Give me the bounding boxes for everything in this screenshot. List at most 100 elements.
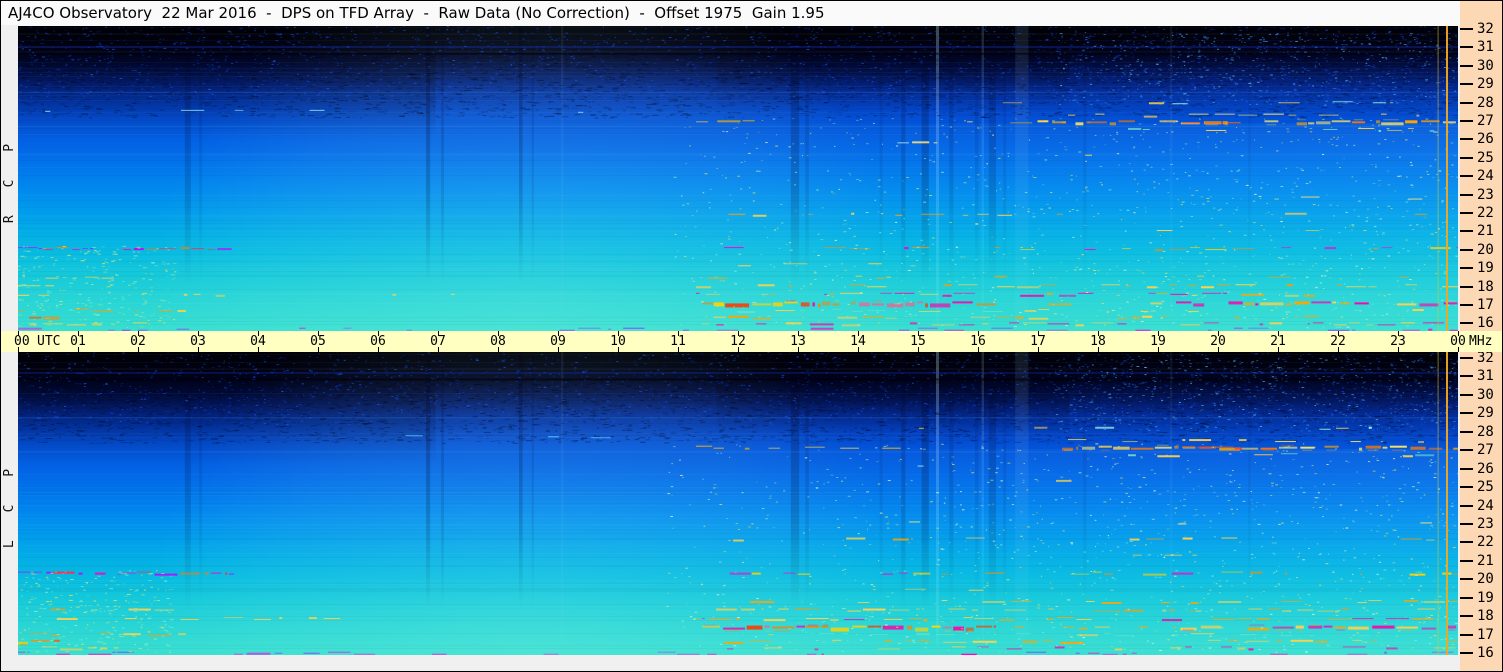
- time-label: 10: [610, 334, 626, 349]
- freq-label-lcp: 30: [1477, 386, 1494, 403]
- freq-label-lcp: 17: [1477, 626, 1494, 643]
- freq-tick-lcp: [1460, 615, 1473, 618]
- freq-tick-rcp: [1460, 304, 1473, 306]
- time-label: 14: [850, 334, 866, 349]
- time-label: 06: [370, 334, 386, 349]
- time-label: 04: [250, 334, 266, 349]
- freq-tick-rcp: [1460, 101, 1473, 104]
- time-label: 17: [1030, 334, 1046, 349]
- left-gutter-lcp: L C P: [1, 352, 18, 655]
- freq-tick-lcp: [1460, 522, 1473, 525]
- freq-label-lcp: 16: [1477, 645, 1494, 662]
- freq-tick-lcp: [1460, 449, 1473, 452]
- freq-tick-rcp: [1460, 230, 1473, 233]
- freq-label-rcp: 16: [1477, 315, 1494, 332]
- freq-label-lcp: 27: [1477, 442, 1494, 459]
- freq-tick-rcp: [1460, 212, 1473, 214]
- freq-label-rcp: 30: [1477, 57, 1494, 74]
- time-axis: 00 01 02 03 04 05 06 07 08 09 10 11 12 13 14 15 16 17 18 19…: [1, 331, 1502, 352]
- freq-label-lcp: 32: [1477, 350, 1494, 366]
- freq-label-lcp: 23: [1477, 515, 1494, 532]
- spectrogram-lcp: [18, 352, 1458, 655]
- freq-tick-lcp: [1460, 633, 1473, 636]
- dps-spectrogram-window: AJ4CO Observatory 22 Mar 2016 - DPS on T…: [0, 0, 1503, 672]
- freq-label-lcp: 20: [1477, 571, 1494, 588]
- time-label: 00: [1450, 334, 1466, 349]
- freq-tick-rcp: [1460, 248, 1473, 251]
- rcp-label: R C P: [2, 133, 18, 223]
- time-label: 13: [790, 334, 806, 349]
- freq-tick-rcp: [1460, 46, 1473, 49]
- page-title: AJ4CO Observatory 22 Mar 2016 - DPS on T…: [8, 4, 825, 22]
- time-label: 19: [1150, 334, 1166, 349]
- freq-label-lcp: 26: [1477, 460, 1494, 477]
- freq-label-rcp: 21: [1477, 223, 1494, 240]
- freq-label-rcp: 31: [1477, 39, 1494, 56]
- freq-label-rcp: 24: [1477, 168, 1494, 185]
- freq-label-rcp: 27: [1477, 113, 1494, 129]
- time-label: 05: [310, 334, 326, 349]
- freq-tick-rcp: [1460, 175, 1473, 178]
- freq-tick-rcp: [1460, 138, 1473, 141]
- freq-label-rcp: 17: [1477, 297, 1494, 313]
- freq-tick-rcp: [1460, 28, 1473, 30]
- time-label: 09: [550, 334, 566, 349]
- freq-label-lcp: 21: [1477, 552, 1494, 569]
- freq-tick-lcp: [1460, 559, 1473, 562]
- time-label: 16: [970, 334, 986, 349]
- freq-tick-lcp: [1460, 596, 1473, 599]
- freq-tick-rcp: [1460, 64, 1473, 67]
- time-label: 11: [670, 334, 686, 349]
- freq-tick-lcp: [1460, 541, 1473, 544]
- bottom-gutter: [1, 655, 1460, 671]
- time-label: 00: [14, 334, 30, 349]
- time-label: 21: [1270, 334, 1286, 349]
- freq-label-rcp: 25: [1477, 149, 1494, 166]
- title-bar: AJ4CO Observatory 22 Mar 2016 - DPS on T…: [1, 1, 1460, 26]
- freq-label-rcp: 32: [1477, 21, 1494, 37]
- freq-tick-rcp: [1460, 156, 1473, 159]
- freq-label-lcp: 22: [1477, 534, 1494, 551]
- freq-label-lcp: 25: [1477, 479, 1494, 496]
- time-label: 02: [130, 334, 146, 349]
- utc-unit-label: UTC: [37, 334, 61, 349]
- freq-tick-lcp: [1460, 375, 1473, 378]
- freq-tick-lcp: [1460, 357, 1473, 359]
- freq-tick-rcp: [1460, 322, 1473, 325]
- freq-label-rcp: 29: [1477, 76, 1494, 93]
- freq-label-lcp: 28: [1477, 423, 1494, 440]
- freq-label-rcp: 23: [1477, 186, 1494, 203]
- freq-tick-lcp: [1460, 430, 1473, 433]
- time-label: 01: [70, 334, 86, 349]
- mhz-unit-label: MHz: [1469, 334, 1493, 349]
- time-label: 03: [190, 334, 206, 349]
- time-label: 20: [1210, 334, 1226, 349]
- freq-tick-rcp: [1460, 83, 1473, 86]
- freq-tick-lcp: [1460, 504, 1473, 507]
- time-label: 07: [430, 334, 446, 349]
- time-label: 15: [910, 334, 926, 349]
- freq-tick-lcp: [1460, 412, 1473, 415]
- time-label: 12: [730, 334, 746, 349]
- freq-tick-lcp: [1460, 652, 1473, 655]
- freq-tick-lcp: [1460, 486, 1473, 489]
- freq-label-rcp: 20: [1477, 241, 1494, 258]
- freq-label-lcp: 29: [1477, 405, 1494, 422]
- freq-tick-lcp: [1460, 467, 1473, 470]
- freq-label-rcp: 22: [1477, 205, 1494, 221]
- time-label: 23: [1390, 334, 1406, 349]
- freq-tick-rcp: [1460, 193, 1473, 196]
- left-gutter-rcp: R C P: [1, 25, 18, 331]
- freq-label-rcp: 18: [1477, 278, 1494, 295]
- lcp-label: L C P: [2, 458, 18, 549]
- freq-label-rcp: 28: [1477, 94, 1494, 111]
- spectrogram-rcp: [18, 26, 1458, 331]
- freq-tick-rcp: [1460, 120, 1473, 122]
- freq-label-lcp: 24: [1477, 497, 1494, 514]
- freq-label-lcp: 31: [1477, 368, 1494, 385]
- freq-tick-lcp: [1460, 393, 1473, 396]
- freq-tick-rcp: [1460, 267, 1473, 270]
- freq-tick-rcp: [1460, 285, 1473, 288]
- time-label: 22: [1330, 334, 1346, 349]
- freq-label-rcp: 19: [1477, 260, 1494, 277]
